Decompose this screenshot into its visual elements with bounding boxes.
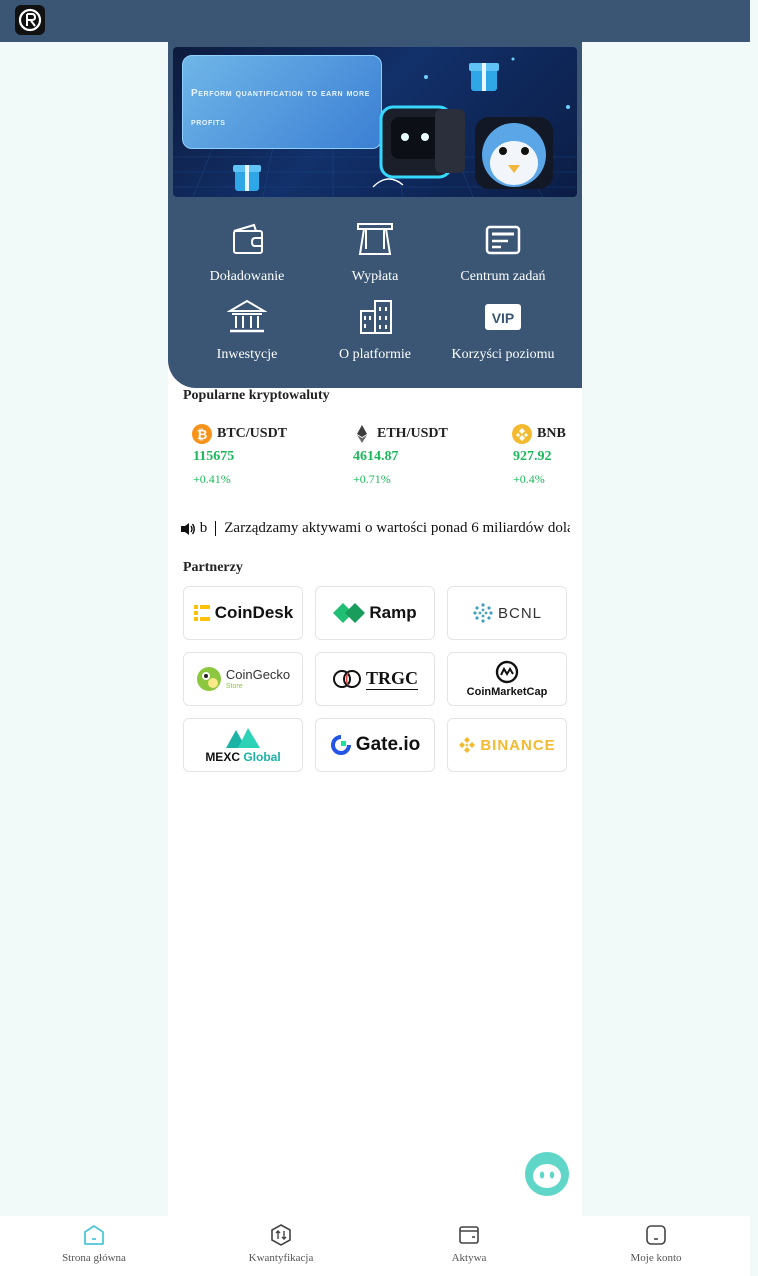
ramp-logo-icon	[333, 603, 366, 623]
partner-binance[interactable]: BINANCE	[447, 718, 567, 772]
account-icon	[646, 1225, 666, 1245]
nav-item-assets[interactable]: Aktywa	[394, 1216, 544, 1276]
robot-illustration	[233, 63, 553, 191]
task-card-icon	[485, 225, 521, 255]
partner-name: Ramp	[369, 603, 417, 622]
coindesk-logo-icon	[193, 605, 210, 621]
app-logo-icon[interactable]	[15, 5, 45, 35]
bank-icon	[227, 299, 267, 333]
partners-grid: CoinDesk Ramp BCNL CoinGecko Store TRGC …	[183, 586, 567, 772]
menu-label-investments: Inwestycje	[216, 347, 278, 362]
popular-crypto-title: Popularne kryptowaluty	[183, 388, 330, 403]
nav-item-quantify[interactable]: Kwantyfikacja	[206, 1216, 356, 1276]
partner-name: BINANCE	[480, 736, 556, 754]
nav-item-home[interactable]: Strona główna	[19, 1216, 169, 1276]
wallet-icon	[233, 223, 263, 254]
partner-trgc[interactable]: TRGC	[315, 652, 435, 706]
withdraw-icon	[357, 223, 393, 255]
chat-bot-icon	[526, 1153, 568, 1195]
partner-mexc[interactable]: MEXC Global	[183, 718, 303, 772]
speaker-icon	[181, 522, 195, 535]
mexc-logo-icon	[226, 728, 260, 748]
partner-name: TRGC	[365, 668, 418, 690]
announcement-prefix: b	[199, 520, 208, 536]
announcement-text: Zarządzamy aktywami o wartości ponad 6 m…	[224, 520, 570, 536]
menu-label-withdraw: Wypłata	[351, 269, 399, 284]
quick-menu: Doładowanie Wypłata Centrum zadań Inwest…	[168, 212, 582, 382]
menu-item-task-center[interactable]: Centrum zadań	[438, 219, 568, 289]
coin-change: +0.4%	[513, 472, 545, 486]
coin-price: 927.92	[513, 449, 552, 464]
ethereum-icon	[357, 425, 367, 443]
coin-change: +0.41%	[193, 472, 231, 486]
bitcoin-icon: ₿	[192, 424, 212, 444]
trgc-logo-icon	[332, 670, 361, 688]
binance-logo-icon	[459, 737, 476, 753]
coin-card[interactable]: BNB 927.92 +0.4%	[503, 417, 582, 487]
partner-name: BCNL	[497, 604, 542, 622]
assets-wallet-icon	[459, 1226, 479, 1244]
home-icon	[84, 1225, 104, 1245]
coin-price: 115675	[193, 449, 235, 464]
announcement-bar[interactable]: b Zarządzamy aktywami o wartości ponad 6 …	[180, 520, 570, 540]
coin-card[interactable]: ₿ BTC/USDT 115675 +0.41%	[183, 417, 343, 487]
menu-label-deposit: Doładowanie	[209, 269, 285, 284]
quantify-icon	[271, 1224, 291, 1246]
partner-coindesk[interactable]: CoinDesk	[183, 586, 303, 640]
gateio-logo-icon	[330, 735, 351, 755]
coin-change: +0.71%	[353, 472, 391, 486]
partner-name: CoinGecko	[225, 667, 291, 682]
nav-label-quantify: Kwantyfikacja	[248, 1252, 314, 1264]
partner-name-block: CoinGecko Store	[226, 668, 290, 690]
partner-ramp[interactable]: Ramp	[315, 586, 435, 640]
partner-coinmarketcap[interactable]: CoinMarketCap	[447, 652, 567, 706]
buildings-icon	[360, 300, 392, 334]
partner-name: MEXC	[205, 750, 240, 764]
menu-label-about-platform: O platformie	[339, 347, 411, 362]
menu-item-withdraw[interactable]: Wypłata	[310, 219, 440, 289]
partner-coingecko[interactable]: CoinGecko Store	[183, 652, 303, 706]
partner-name: CoinDesk	[214, 603, 294, 622]
bottom-navigation: Strona główna Kwantyfikacja Aktywa Moje …	[0, 1216, 750, 1276]
nav-label-home: Strona główna	[62, 1252, 126, 1264]
partner-name: Gate.io	[355, 734, 421, 755]
crypto-ticker-list: ₿ BTC/USDT 115675 +0.41% ETH/USDT 4614.8…	[168, 417, 582, 487]
announcement-divider	[215, 521, 217, 537]
bcnl-logo-icon	[473, 603, 493, 623]
partner-name: CoinMarketCap	[466, 686, 548, 698]
menu-item-about-platform[interactable]: O platformie	[310, 297, 440, 367]
menu-item-investments[interactable]: Inwestycje	[182, 297, 312, 367]
partner-subname: Store	[225, 683, 243, 690]
menu-item-level-benefits[interactable]: VIP Korzyści poziomu	[438, 297, 568, 367]
vip-text: VIP	[492, 310, 515, 326]
partner-name-block: MEXC Global	[205, 750, 280, 764]
hero-section: Perform quantification to earn more prof…	[168, 42, 582, 388]
bnb-icon	[512, 424, 532, 444]
partner-bcnl[interactable]: BCNL	[447, 586, 567, 640]
svg-text:₿: ₿	[197, 427, 208, 442]
nav-label-assets: Aktywa	[451, 1252, 487, 1264]
chat-support-button[interactable]	[525, 1152, 569, 1196]
menu-item-deposit[interactable]: Doładowanie	[182, 219, 312, 289]
coin-pair: BTC/USDT	[217, 426, 288, 441]
nav-item-account[interactable]: Moje konto	[581, 1216, 731, 1276]
coin-pair: BNB	[537, 426, 566, 441]
partners-title: Partnerzy	[183, 560, 243, 575]
partner-name-suffix: Global	[243, 750, 281, 764]
menu-label-level-benefits: Korzyści poziomu	[451, 347, 555, 362]
main-content: Perform quantification to earn more prof…	[168, 42, 582, 1216]
coin-card[interactable]: ETH/USDT 4614.87 +0.71%	[343, 417, 503, 487]
coin-price: 4614.87	[353, 449, 399, 464]
coingecko-logo-icon	[196, 667, 221, 691]
nav-label-account: Moje konto	[630, 1252, 682, 1264]
coin-pair: ETH/USDT	[377, 426, 448, 441]
page-edge	[750, 0, 758, 1276]
promo-banner[interactable]: Perform quantification to earn more prof…	[173, 47, 577, 197]
top-bar	[0, 0, 750, 42]
partner-gateio[interactable]: Gate.io	[315, 718, 435, 772]
coinmarketcap-logo-icon	[495, 660, 519, 684]
menu-label-task-center: Centrum zadań	[460, 269, 546, 284]
vip-icon: VIP	[485, 304, 521, 330]
